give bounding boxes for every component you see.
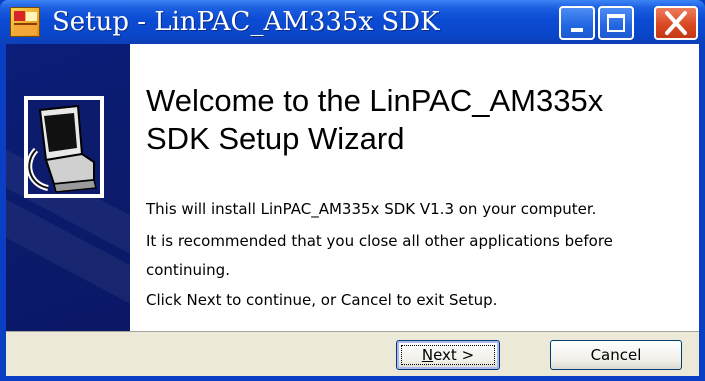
close-icon <box>665 11 687 35</box>
wizard-client-area: Welcome to the LinPAC_AM335x SDK Setup W… <box>6 44 699 376</box>
wizard-button-bar: Next > Cancel <box>6 331 699 376</box>
minimize-icon <box>571 28 583 32</box>
maximize-button[interactable] <box>598 6 634 40</box>
wizard-heading-line2: SDK Setup Wizard <box>146 121 405 156</box>
window-title: Setup - LinPAC_AM335x SDK <box>52 7 440 37</box>
close-button[interactable] <box>654 6 698 40</box>
minimize-button[interactable] <box>559 6 595 40</box>
wizard-side-panel <box>6 44 130 331</box>
wizard-content: Welcome to the LinPAC_AM335x SDK Setup W… <box>130 44 699 331</box>
cancel-button-label: Cancel <box>590 346 642 364</box>
install-description: This will install LinPAC_AM335x SDK V1.3… <box>146 200 597 218</box>
next-button[interactable]: Next > <box>396 340 500 370</box>
cancel-button[interactable]: Cancel <box>550 340 682 370</box>
wizard-heading: Welcome to the LinPAC_AM335x SDK Setup W… <box>146 82 686 158</box>
installer-computer-icon <box>24 96 104 198</box>
maximize-icon <box>607 14 625 32</box>
setup-window: Setup - LinPAC_AM335x SDK Welcome to the… <box>0 0 705 381</box>
wizard-heading-line1: Welcome to the LinPAC_AM335x <box>146 83 604 118</box>
setup-app-icon[interactable] <box>10 7 40 37</box>
title-bar[interactable]: Setup - LinPAC_AM335x SDK <box>0 0 705 44</box>
recommendation-text-continued: continuing. <box>146 261 230 279</box>
instruction-text: Click Next to continue, or Cancel to exi… <box>146 291 498 309</box>
recommendation-text: It is recommended that you close all oth… <box>146 232 613 250</box>
